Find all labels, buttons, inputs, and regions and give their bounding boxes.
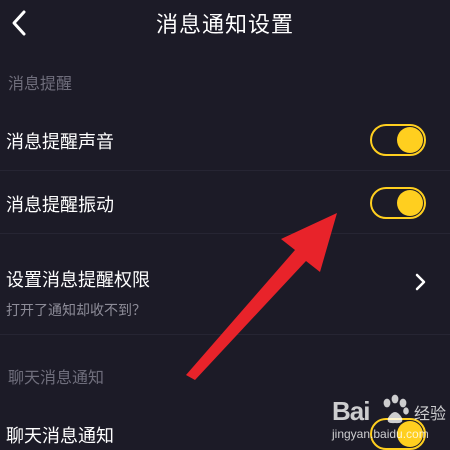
top-bar: 消息通知设置: [0, 0, 450, 48]
notification-settings-screen: 消息通知设置 消息提醒 消息提醒声音 消息提醒振动 设置消息提醒权限 打开了通知…: [0, 0, 450, 450]
chevron-right-icon: [415, 273, 426, 291]
row-label: 消息提醒声音: [6, 132, 114, 153]
row-subtitle: 打开了通知却收不到？: [6, 303, 146, 319]
section-title-chat-notification: 聊天消息通知: [8, 368, 105, 387]
reminder-vibration-toggle[interactable]: [370, 187, 426, 219]
row-label: 设置消息提醒权限: [6, 270, 150, 291]
paw-icon: [383, 394, 409, 424]
toggle-knob: [397, 127, 423, 153]
watermark-url: jingyan.baidu.com: [332, 427, 429, 441]
divider: [0, 334, 450, 335]
row-label: 消息提醒振动: [6, 195, 114, 216]
toggle-knob: [397, 190, 423, 216]
watermark-brand-text: 经验: [414, 404, 447, 423]
row-label: 聊天消息通知: [6, 426, 114, 447]
reminder-sound-toggle[interactable]: [370, 124, 426, 156]
row-reminder-sound: 消息提醒声音: [0, 108, 450, 170]
page-title: 消息通知设置: [155, 13, 294, 38]
row-reminder-vibration: 消息提醒振动: [0, 171, 450, 233]
baidu-jingyan-watermark: Bai 经验 jingyan.baidu.com: [330, 394, 448, 446]
section-title-message-reminder: 消息提醒: [8, 74, 73, 93]
watermark-logo-text: Bai: [332, 396, 370, 426]
row-reminder-permission[interactable]: 设置消息提醒权限 打开了通知却收不到？: [0, 234, 450, 334]
